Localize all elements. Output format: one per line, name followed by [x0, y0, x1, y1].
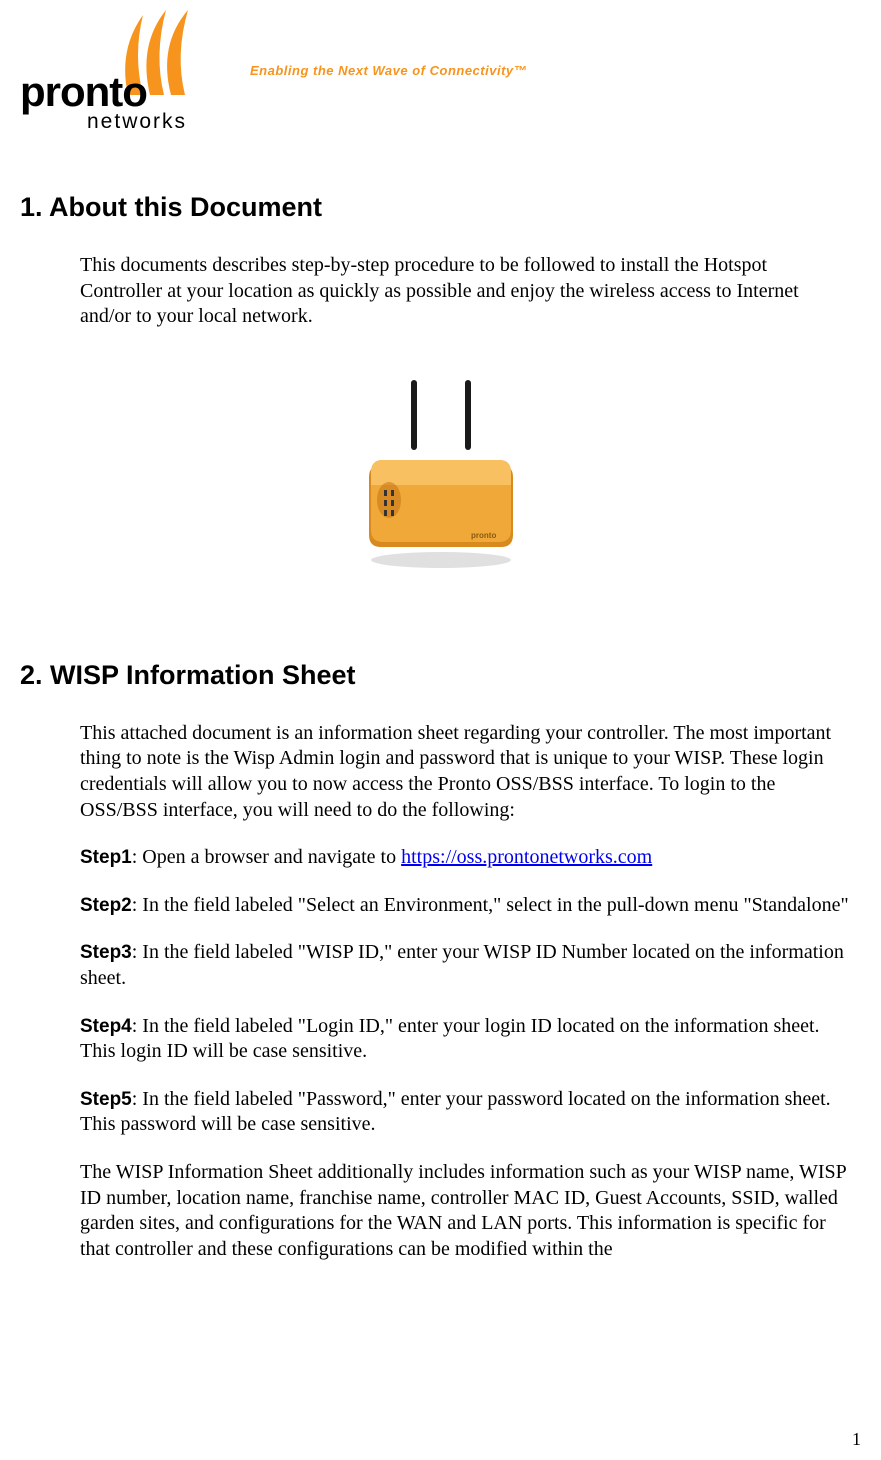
step4: Step4: In the field labeled "Login ID," … — [80, 1014, 851, 1065]
step4-label: Step4 — [80, 1016, 132, 1037]
device-image: pronto — [20, 370, 861, 575]
page-header: pronto networks Enabling the Next Wave o… — [20, 10, 861, 140]
step5: Step5: In the field labeled "Password," … — [80, 1087, 851, 1138]
hotspot-device-icon: pronto — [341, 370, 541, 570]
step1-label: Step1 — [80, 847, 132, 868]
wisp-intro: This attached document is an information… — [80, 721, 851, 823]
heading-wisp: 2. WISP Information Sheet — [20, 660, 861, 691]
pronto-logo: pronto networks — [20, 10, 220, 140]
step1: Step1: Open a browser and navigate to ht… — [80, 845, 851, 871]
logo-text-pronto: pronto — [20, 68, 147, 116]
tagline-text: Enabling the Next Wave of Connectivity™ — [250, 63, 527, 78]
step2-label: Step2 — [80, 895, 132, 916]
section1-body: This documents describes step-by-step pr… — [80, 253, 851, 330]
about-paragraph: This documents describes step-by-step pr… — [80, 253, 851, 330]
heading-about: 1. About this Document — [20, 192, 861, 223]
step2: Step2: In the field labeled "Select an E… — [80, 893, 851, 919]
logo-text-networks: networks — [87, 110, 187, 134]
svg-text:pronto: pronto — [471, 531, 496, 540]
step3-label: Step3 — [80, 942, 132, 963]
oss-link[interactable]: https://oss.prontonetworks.com — [401, 846, 652, 868]
section2-body: This attached document is an information… — [80, 721, 851, 1263]
step3: Step3: In the field labeled "WISP ID," e… — [80, 940, 851, 991]
step1-text-a: : Open a browser and navigate to — [132, 846, 401, 868]
wisp-closing: The WISP Information Sheet additionally … — [80, 1160, 851, 1262]
page-container: pronto networks Enabling the Next Wave o… — [0, 0, 881, 1460]
step3-text: : In the field labeled "WISP ID," enter … — [80, 941, 844, 989]
step2-text: : In the field labeled "Select an Enviro… — [132, 894, 849, 916]
step4-text: : In the field labeled "Login ID," enter… — [80, 1015, 820, 1063]
page-number: 1 — [852, 1429, 861, 1450]
step5-text: : In the field labeled "Password," enter… — [80, 1088, 831, 1136]
step5-label: Step5 — [80, 1089, 132, 1110]
